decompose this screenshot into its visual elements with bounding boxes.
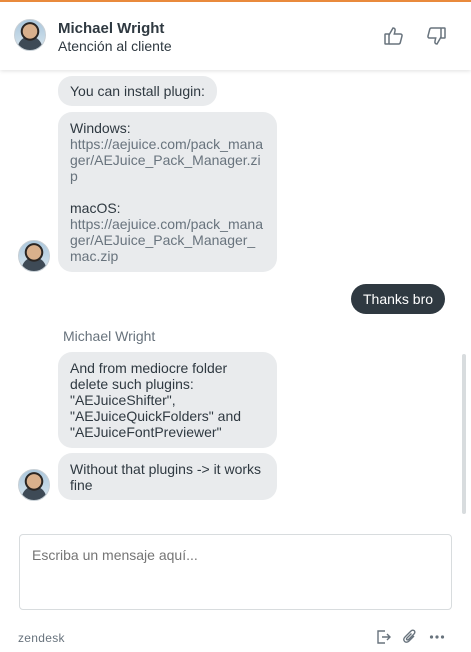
- macos-label: macOS:: [70, 200, 121, 216]
- message-text: And from mediocre folder delete such plu…: [70, 360, 242, 440]
- thumbs-down-icon[interactable]: [424, 24, 448, 48]
- thumbs-up-icon[interactable]: [382, 24, 406, 48]
- message-text: Without that plugins -> it works fine: [70, 461, 262, 493]
- zendesk-brand: zendesk: [18, 631, 65, 645]
- message-bubble: And from mediocre folder delete such plu…: [58, 352, 277, 448]
- more-icon[interactable]: [428, 628, 446, 646]
- agent-name: Michael Wright: [58, 20, 165, 37]
- message-bubble: Windows: https://aejuice.com/pack_manage…: [58, 112, 277, 272]
- windows-label: Windows:: [70, 120, 131, 136]
- agent-role: Atención al cliente: [58, 38, 172, 54]
- agent-avatar: [18, 240, 50, 272]
- message-text: You can install plugin:: [70, 83, 205, 99]
- macos-download-link[interactable]: https://aejuice.com/pack_manager/AEJuice…: [70, 216, 265, 264]
- message-text: Thanks bro: [363, 291, 434, 307]
- message-bubble: Without that plugins -> it works fine: [58, 453, 277, 500]
- outgoing-message-bubble: Thanks bro: [351, 284, 446, 314]
- widget-footer: zendesk: [0, 620, 471, 652]
- message-input[interactable]: [19, 534, 452, 610]
- end-chat-icon[interactable]: [374, 628, 392, 646]
- agent-avatar: [18, 469, 50, 501]
- message-bubble: You can install plugin:: [58, 76, 217, 106]
- sender-name: Michael Wright: [63, 328, 156, 344]
- windows-download-link[interactable]: https://aejuice.com/pack_manager/AEJuice…: [70, 136, 265, 184]
- attachment-icon[interactable]: [401, 628, 419, 646]
- message-list[interactable]: You can install plugin: Windows: https:/…: [0, 70, 471, 518]
- scrollbar-thumb[interactable]: [462, 354, 466, 514]
- chat-header: Michael Wright Atención al cliente: [0, 0, 471, 70]
- agent-avatar: [14, 19, 46, 51]
